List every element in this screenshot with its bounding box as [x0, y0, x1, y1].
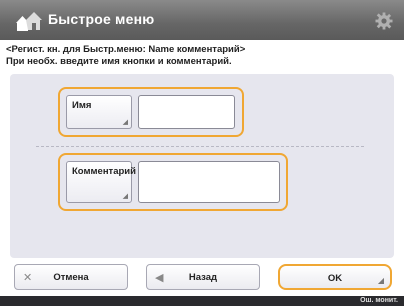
ok-button[interactable]: OK ◢ [278, 264, 392, 290]
title-bar: Быстрое меню [0, 0, 404, 40]
home-icon[interactable] [16, 10, 42, 32]
page-title: Быстрое меню [48, 11, 155, 27]
instruction-text: <Регист. кн. для Быстр.меню: Name коммен… [6, 44, 398, 68]
comment-field-group: Комментарий ◢ [58, 153, 288, 211]
form-panel: Имя ◢ Комментарий ◢ [10, 74, 394, 258]
back-label: Назад [188, 272, 218, 283]
divider [36, 146, 364, 147]
back-button[interactable]: ◀ Назад [146, 264, 260, 290]
cancel-button[interactable]: ✕ Отмена [14, 264, 128, 290]
name-button[interactable]: Имя ◢ [66, 95, 132, 129]
name-button-label: Имя [72, 100, 92, 111]
gear-icon[interactable] [375, 12, 393, 30]
status-bar: Ош. монит. [0, 296, 404, 306]
corner-arrow-icon: ◢ [122, 119, 128, 126]
corner-arrow-icon: ◢ [122, 193, 128, 200]
comment-button-label: Комментарий [72, 166, 136, 177]
status-monitor-button[interactable]: Ош. монит. [360, 297, 398, 304]
comment-button[interactable]: Комментарий ◢ [66, 161, 136, 203]
instruction-line-1: <Регист. кн. для Быстр.меню: Name коммен… [6, 44, 246, 55]
name-input[interactable] [138, 95, 235, 129]
instruction-line-2: При необх. введите имя кнопки и коммента… [6, 56, 232, 67]
cancel-label: Отмена [53, 272, 89, 283]
name-field-group: Имя ◢ [58, 87, 244, 137]
comment-input[interactable] [138, 161, 280, 203]
ok-label: OK [327, 273, 343, 284]
corner-arrow-icon: ◢ [377, 276, 384, 285]
action-bar: ✕ Отмена ◀ Назад OK ◢ [0, 260, 404, 296]
